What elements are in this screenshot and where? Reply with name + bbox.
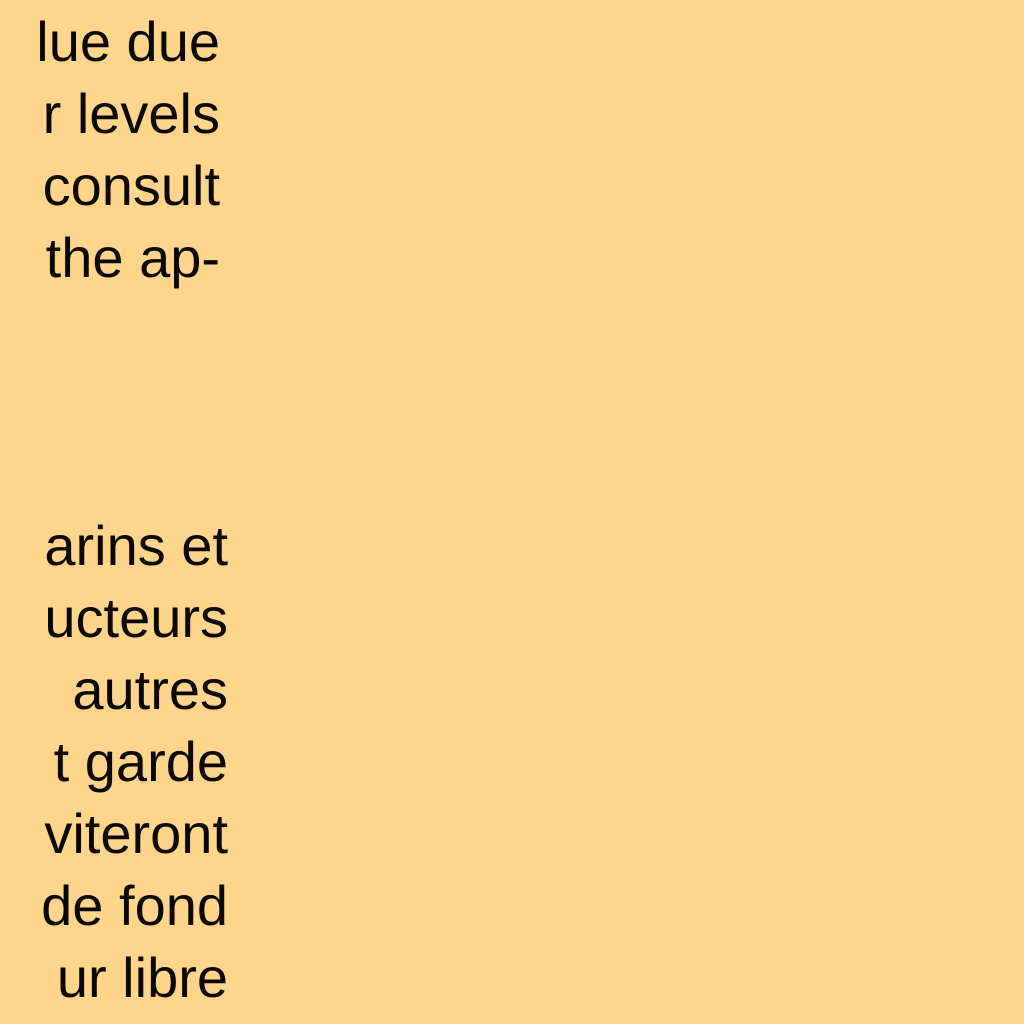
english-text-line: the ap-	[45, 226, 220, 289]
english-text-column: lue due r levels consult the ap-	[0, 6, 220, 294]
document-page: lue due r levels consult the ap- arins e…	[0, 0, 1024, 1024]
french-text-line: viteront	[44, 802, 228, 865]
french-text-column: arins et ucteurs autres t garde viteront…	[0, 510, 228, 1014]
french-text-line: t garde	[53, 730, 228, 793]
french-text-line: ur libre	[56, 946, 228, 1009]
english-text-line: lue due	[36, 10, 220, 73]
french-text-line: de fond	[41, 874, 228, 937]
french-text-line: arins et	[44, 514, 228, 577]
english-text-line: r levels	[42, 82, 220, 145]
french-text-line: ucteurs	[44, 586, 228, 649]
french-text-line: autres	[72, 658, 228, 721]
english-text-line: consult	[42, 154, 220, 217]
